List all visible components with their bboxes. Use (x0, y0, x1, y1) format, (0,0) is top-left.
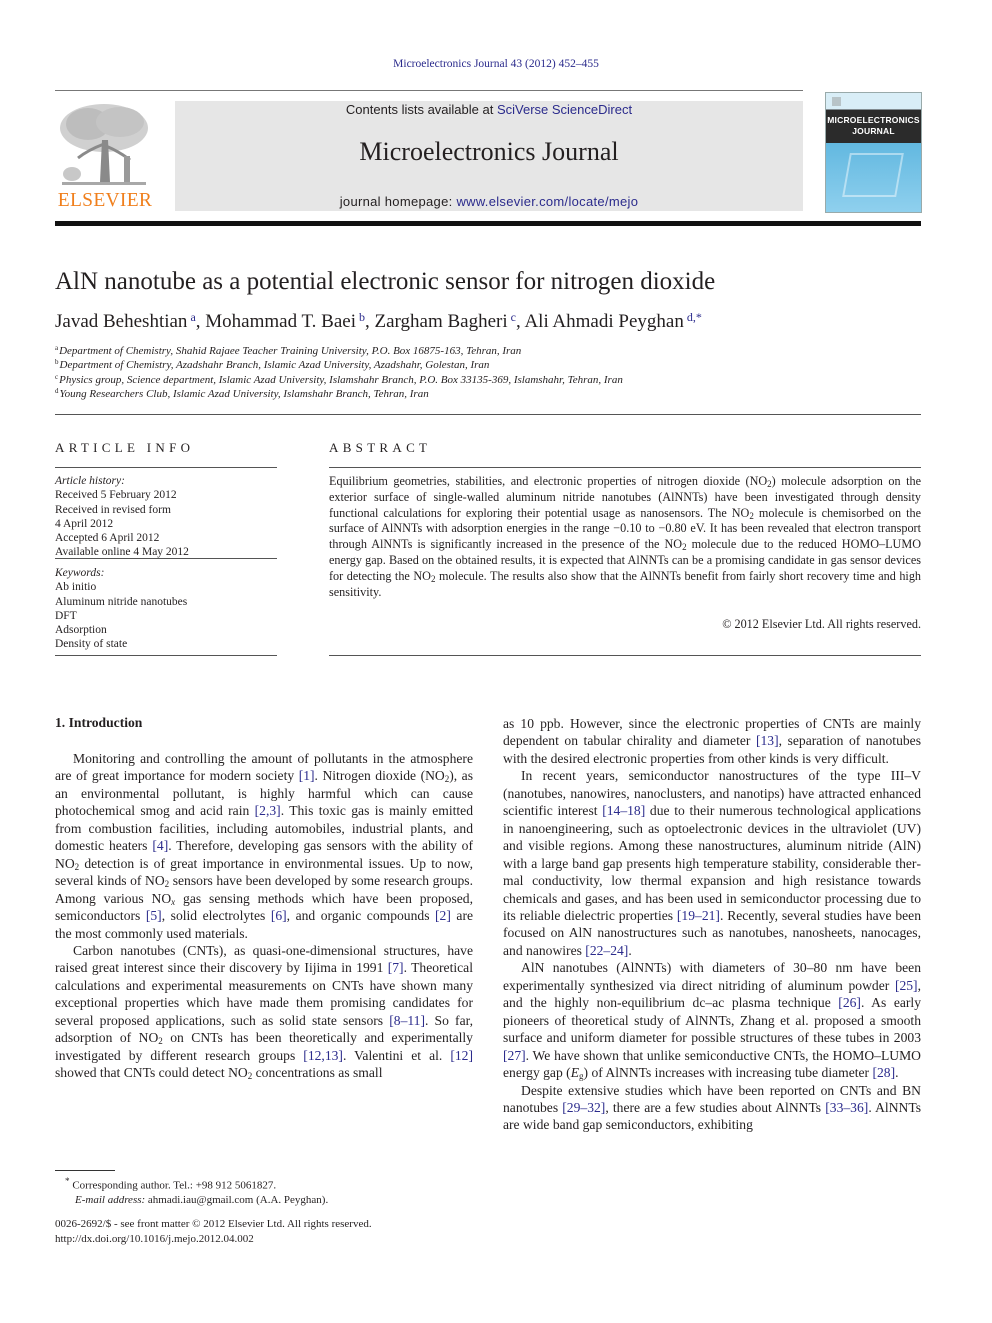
history-item: Received 5 February 2012 (55, 489, 177, 502)
citation-link[interactable]: [33–36] (825, 1100, 868, 1115)
paragraph: Monitoring and controlling the amount of… (55, 751, 473, 941)
citation-link[interactable]: [12,13] (303, 1048, 343, 1063)
elsevier-logo[interactable]: ELSEVIER (54, 100, 156, 212)
paragraph: Carbon nanotubes (CNTs), as quasi-one-di… (55, 942, 473, 1082)
journal-cover-thumbnail[interactable]: MICROELECTRONICS JOURNAL (825, 92, 922, 213)
header-thick-rule (55, 221, 921, 226)
author-name[interactable]: Zargham Bagheri (375, 311, 508, 332)
affiliation-mark[interactable]: c (508, 310, 516, 324)
front-matter: 0026-2692/$ - see front matter © 2012 El… (55, 1217, 372, 1246)
citation-link[interactable]: [13] (756, 733, 779, 748)
homepage-link[interactable]: www.elsevier.com/locate/mejo (456, 194, 638, 209)
author-name[interactable]: Javad Beheshtian (55, 311, 187, 332)
citation-link[interactable]: [8–11] (389, 1013, 425, 1028)
cover-title-line1: MICROELECTRONICS (827, 115, 920, 125)
keyword-item: Aluminum nitride nanotubes (55, 595, 188, 608)
affiliation-item: dYoung Researchers Club, Islamic Azad Un… (55, 386, 429, 400)
keyword-item: Density of state (55, 638, 128, 651)
elsevier-tree-icon (58, 100, 150, 188)
citation-link[interactable]: [5] (146, 908, 162, 923)
affiliation-item: bDepartment of Chemistry, Azadshahr Bran… (55, 358, 490, 372)
divider (55, 467, 277, 468)
journal-banner: Contents lists available at SciVerse Sci… (175, 101, 803, 211)
history-item: Received in revised form (55, 503, 171, 516)
citation-link[interactable]: [6] (271, 908, 287, 923)
affiliation-mark[interactable]: d,* (684, 310, 702, 324)
paragraph: as 10 ppb. However, since the electronic… (503, 716, 921, 766)
history-label: Article history: (55, 475, 125, 487)
paragraph: AlN nanotubes (AlNNTs) with diameters of… (503, 960, 921, 1082)
divider (55, 414, 921, 415)
citation-link[interactable]: [29–32] (562, 1100, 605, 1115)
footnote-corresponding: * Corresponding author. Tel.: +98 912 50… (65, 1176, 277, 1192)
citation-link[interactable]: [26] (838, 995, 861, 1010)
footnote-rule (55, 1170, 115, 1171)
citation-link[interactable]: [14–18] (602, 803, 645, 818)
cover-title: MICROELECTRONICS JOURNAL (826, 115, 921, 137)
journal-homepage: journal homepage: www.elsevier.com/locat… (175, 194, 803, 209)
contents-availability: Contents lists available at SciVerse Sci… (175, 102, 803, 117)
contents-prefix: Contents lists available at (345, 102, 497, 117)
chip-illustration-icon (842, 153, 904, 197)
abstract-copyright: © 2012 Elsevier Ltd. All rights reserved… (722, 617, 921, 631)
elsevier-wordmark: ELSEVIER (57, 190, 153, 211)
journal-title: Microelectronics Journal (359, 137, 619, 166)
homepage-prefix: journal homepage: (339, 194, 457, 209)
affiliation-item: aDepartment of Chemistry, Shahid Rajaee … (55, 344, 522, 358)
citation-link[interactable]: [2,3] (255, 803, 281, 818)
paragraph: Despite extensive studies which have bee… (503, 1082, 921, 1133)
abstract-text: Equilibrium geometries, stabilities, and… (329, 474, 922, 599)
keywords: Keywords: Ab initio Aluminum nitride nan… (55, 566, 277, 652)
doi-link[interactable]: http://dx.doi.org/10.1016/j.mejo.2012.04… (55, 1232, 372, 1247)
citation-link[interactable]: [27] (503, 1048, 526, 1063)
article-history: Article history: Received 5 February 201… (55, 474, 277, 560)
affiliations: aDepartment of Chemistry, Shahid Rajaee … (55, 344, 623, 401)
email-address[interactable]: ahmadi.iau@gmail.com (A.A. Peyghan). (145, 1194, 328, 1206)
abstract-heading: ABSTRACT (329, 440, 432, 455)
divider (55, 655, 277, 656)
body-column-left: Monitoring and controlling the amount of… (55, 750, 473, 1082)
elsevier-mini-logo-icon (832, 97, 841, 106)
sciencedirect-link[interactable]: SciVerse ScienceDirect (497, 102, 632, 117)
citation-link[interactable]: [4] (152, 838, 168, 853)
keyword-item: DFT (55, 609, 77, 622)
corresponding-author-footnote: * Corresponding author. Tel.: +98 912 50… (55, 1174, 328, 1208)
affiliation-item: cPhysics group, Science department, Isla… (55, 372, 623, 386)
journal-reference-link[interactable]: Microelectronics Journal 43 (2012) 452–4… (0, 58, 992, 70)
keyword-item: Adsorption (55, 624, 107, 637)
affiliation-mark[interactable]: a (187, 310, 195, 324)
divider (55, 558, 277, 559)
author-name[interactable]: Mohammad T. Baei (205, 311, 356, 332)
paragraph: In recent years, semiconductor nanostruc… (503, 768, 921, 958)
citation-link[interactable]: [19–21] (677, 908, 720, 923)
body-column-right: as 10 ppb. However, since the electronic… (503, 715, 921, 1134)
citation-link[interactable]: [25] (895, 978, 918, 993)
citation-link[interactable]: [2] (435, 908, 451, 923)
citation-link[interactable]: [1] (299, 768, 315, 783)
author-list: Javad Beheshtian a, Mohammad T. Baei b, … (55, 310, 702, 332)
section-heading-introduction: 1. Introduction (55, 715, 143, 730)
citation-link[interactable]: [22–24] (585, 943, 628, 958)
article-title: AlN nanotube as a potential electronic s… (55, 268, 716, 295)
affiliation-mark[interactable]: b (356, 310, 365, 324)
header-top-rule (55, 90, 803, 91)
divider (329, 655, 921, 656)
history-item: Accepted 6 April 2012 (55, 532, 160, 545)
article-info-heading: ARTICLE INFO (55, 440, 195, 455)
history-item: 4 April 2012 (55, 517, 114, 530)
divider (329, 467, 921, 468)
keyword-item: Ab initio (55, 581, 97, 594)
citation-link[interactable]: [7] (388, 960, 404, 975)
citation-link[interactable]: [28] (872, 1065, 895, 1080)
author-name[interactable]: Ali Ahmadi Peyghan (524, 311, 683, 332)
cover-title-line2: JOURNAL (852, 126, 895, 136)
issn-line: 0026-2692/$ - see front matter © 2012 El… (55, 1218, 372, 1230)
keywords-label: Keywords: (55, 567, 105, 579)
footnote-email: E-mail address: ahmadi.iau@gmail.com (A.… (75, 1194, 329, 1207)
citation-link[interactable]: [12] (450, 1048, 473, 1063)
